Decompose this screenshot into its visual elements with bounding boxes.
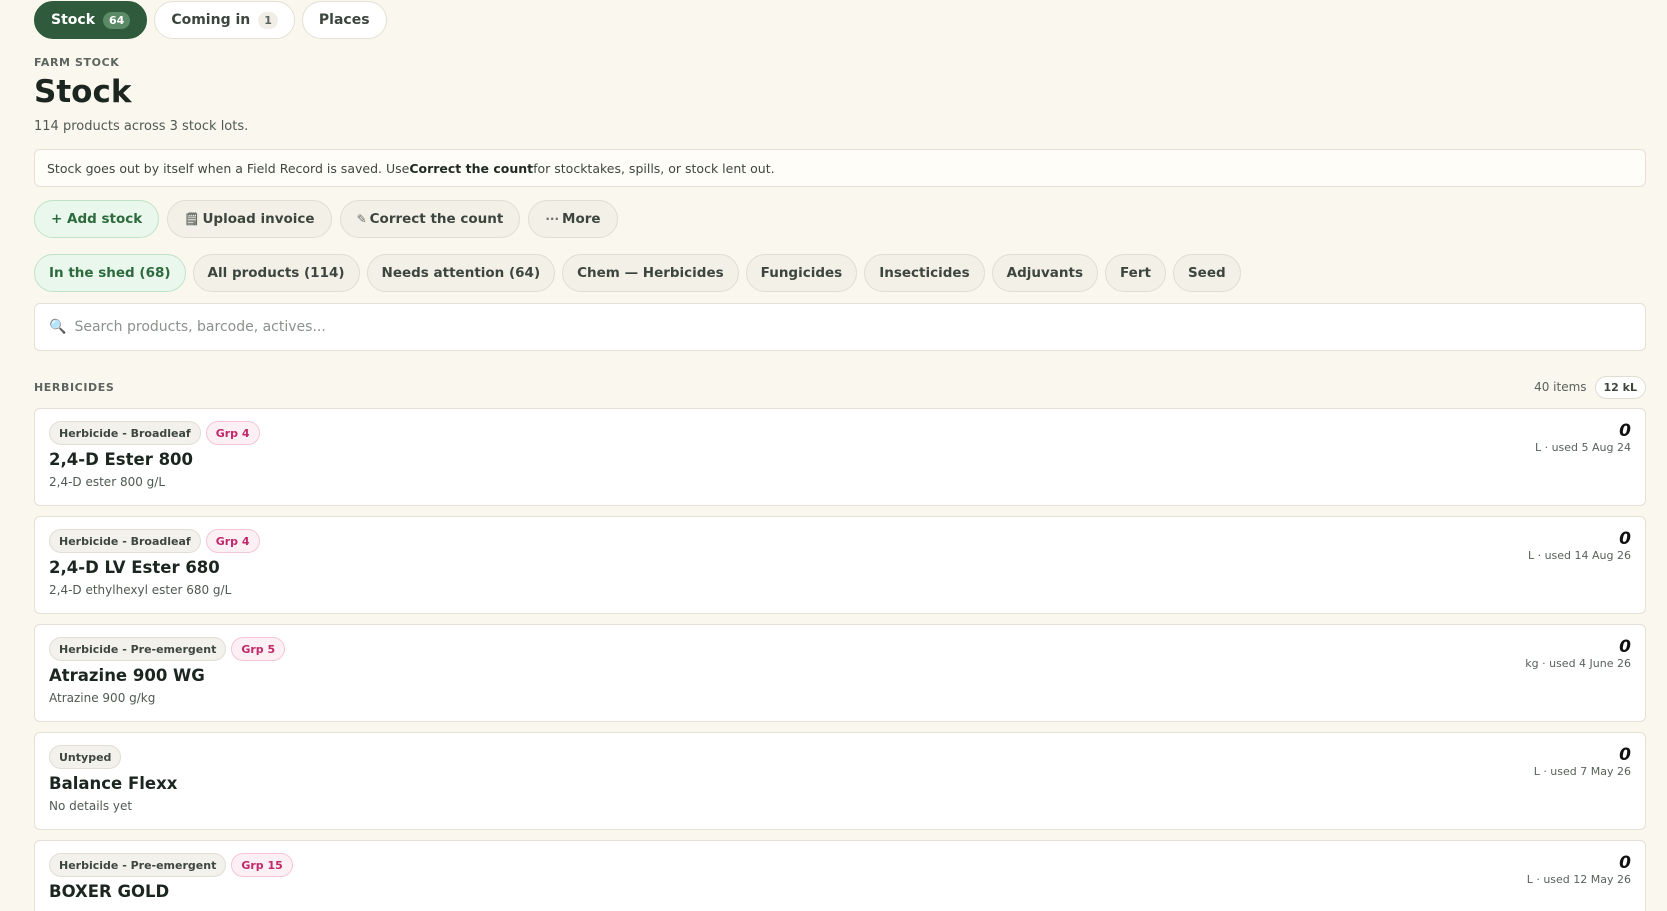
- product-type-tag: Herbicide - Broadleaf: [49, 421, 201, 445]
- product-list: Herbicide - Broadleaf Grp 4 2,4-D Ester …: [34, 408, 1646, 911]
- quantity-value: 0: [1619, 853, 1631, 873]
- filter-chips: In the shed (68) All products (114) Need…: [34, 254, 1646, 292]
- product-quantity: 0 L · used 5 Aug 24: [1535, 421, 1631, 454]
- filter-herbicides[interactable]: Chem — Herbicides: [562, 254, 739, 292]
- filter-needs-attention[interactable]: Needs attention (64): [366, 254, 556, 292]
- product-quantity: 0 L · used 14 Aug 26: [1528, 529, 1631, 562]
- notice-text-bold: Correct the count: [409, 160, 534, 176]
- search-input[interactable]: [74, 319, 1631, 335]
- filter-adjuvants[interactable]: Adjuvants: [991, 254, 1098, 292]
- filter-all-products[interactable]: All products (114): [192, 254, 360, 292]
- product-description: 2,4-D ester 800 g/L: [49, 475, 166, 489]
- product-name: Atrazine 900 WG: [49, 666, 205, 685]
- tab-stock[interactable]: Stock 64: [34, 1, 148, 39]
- page-title: Stock: [34, 74, 132, 110]
- product-tags: Herbicide - Broadleaf Grp 4: [49, 529, 1631, 553]
- product-quantity: 0 kg · used 4 June 26: [1525, 637, 1631, 670]
- section-header: HERBICIDES 40 items 12 kL: [34, 374, 1646, 400]
- product-card[interactable]: Herbicide - Pre-emergent Grp 15 BOXER GO…: [34, 840, 1646, 911]
- search-icon: 🔍: [49, 319, 67, 335]
- correct-count-button[interactable]: ✎ Correct the count: [339, 200, 521, 238]
- tab-label: Coming in: [171, 12, 251, 28]
- quantity-meta: L · used 14 Aug 26: [1527, 549, 1631, 562]
- product-description: Atrazine 900 g/kg: [49, 691, 156, 705]
- quantity-value: 0: [1619, 637, 1631, 657]
- notice-text-before: Stock goes out by itself when a Field Re…: [47, 160, 410, 176]
- section-volume-badge: 12 kL: [1594, 375, 1646, 399]
- add-stock-label: + Add stock: [51, 211, 143, 227]
- product-quantity: 0 L · used 7 May 26: [1534, 745, 1631, 778]
- product-card[interactable]: Untyped Balance Flexx No details yet 0 L…: [34, 732, 1646, 830]
- page-eyebrow: FARM STOCK: [34, 56, 120, 69]
- product-card[interactable]: Herbicide - Pre-emergent Grp 5 Atrazine …: [34, 624, 1646, 722]
- notice-text-after: for stocktakes, spills, or stock lent ou…: [533, 160, 775, 176]
- stock-page: Stock 64 Coming in 1 Places FARM STOCK S…: [34, 0, 1646, 911]
- add-stock-button[interactable]: + Add stock: [34, 200, 160, 238]
- action-bar: + Add stock 🗒 Upload invoice ✎ Correct t…: [34, 200, 1646, 238]
- filter-fert[interactable]: Fert: [1104, 254, 1166, 292]
- quantity-meta: L · used 12 May 26: [1526, 873, 1631, 886]
- tab-count-badge: 1: [258, 11, 278, 29]
- quantity-meta: L · used 5 Aug 24: [1534, 441, 1631, 454]
- product-quantity: 0 L · used 12 May 26: [1527, 853, 1631, 886]
- product-description: No details yet: [49, 799, 133, 813]
- filter-in-the-shed[interactable]: In the shed (68): [34, 254, 186, 292]
- product-tags: Herbicide - Pre-emergent Grp 5: [49, 637, 1631, 661]
- product-group-tag: Grp 4: [205, 421, 260, 445]
- section-item-count: 40 items: [1534, 380, 1587, 394]
- filter-fungicides[interactable]: Fungicides: [745, 254, 858, 292]
- product-name: BOXER GOLD: [49, 882, 170, 901]
- quantity-value: 0: [1619, 529, 1631, 549]
- product-name: 2,4-D Ester 800: [49, 450, 194, 469]
- quantity-value: 0: [1619, 745, 1631, 765]
- top-tabs: Stock 64 Coming in 1 Places: [34, 1, 1646, 39]
- info-notice: Stock goes out by itself when a Field Re…: [34, 149, 1646, 187]
- quantity-meta: kg · used 4 June 26: [1525, 657, 1631, 670]
- product-type-tag: Herbicide - Pre-emergent: [49, 853, 227, 877]
- section-summary: 40 items 12 kL: [1534, 375, 1646, 399]
- ellipsis-icon: ···: [545, 212, 560, 226]
- product-group-tag: Grp 5: [231, 637, 286, 661]
- section-title: HERBICIDES: [34, 380, 115, 394]
- filter-seed[interactable]: Seed: [1172, 254, 1241, 292]
- pencil-icon: ✎: [356, 212, 367, 226]
- tab-count-badge: 64: [103, 11, 131, 29]
- filter-insecticides[interactable]: Insecticides: [864, 254, 985, 292]
- product-name: Balance Flexx: [49, 774, 178, 793]
- product-tags: Herbicide - Pre-emergent Grp 15: [49, 853, 1631, 877]
- tab-label: Stock: [51, 12, 96, 28]
- product-type-tag: Herbicide - Broadleaf: [49, 529, 201, 553]
- more-button[interactable]: ··· More: [528, 200, 618, 238]
- tab-places[interactable]: Places: [301, 1, 387, 39]
- product-card[interactable]: Herbicide - Broadleaf Grp 4 2,4-D LV Est…: [34, 516, 1646, 614]
- product-description: 2,4-D ethylhexyl ester 680 g/L: [49, 583, 232, 597]
- product-card[interactable]: Herbicide - Broadleaf Grp 4 2,4-D Ester …: [34, 408, 1646, 506]
- tab-label: Places: [318, 12, 370, 28]
- product-group-tag: Grp 15: [231, 853, 293, 877]
- product-name: 2,4-D LV Ester 680: [49, 558, 220, 577]
- quantity-meta: L · used 7 May 26: [1533, 765, 1631, 778]
- document-icon: 🗒: [184, 212, 200, 226]
- product-type-tag: Untyped: [49, 745, 122, 769]
- product-group-tag: Grp 4: [205, 529, 260, 553]
- more-label: More: [562, 211, 601, 227]
- search-bar: 🔍: [34, 303, 1646, 351]
- upload-invoice-label: Upload invoice: [202, 211, 315, 227]
- product-type-tag: Herbicide - Pre-emergent: [49, 637, 227, 661]
- tab-coming-in[interactable]: Coming in 1: [154, 1, 295, 39]
- product-tags: Herbicide - Broadleaf Grp 4: [49, 421, 1631, 445]
- correct-count-label: Correct the count: [369, 211, 504, 227]
- upload-invoice-button[interactable]: 🗒 Upload invoice: [167, 200, 332, 238]
- page-subtitle: 114 products across 3 stock lots.: [34, 119, 249, 134]
- quantity-value: 0: [1619, 421, 1631, 441]
- product-tags: Untyped: [49, 745, 1631, 769]
